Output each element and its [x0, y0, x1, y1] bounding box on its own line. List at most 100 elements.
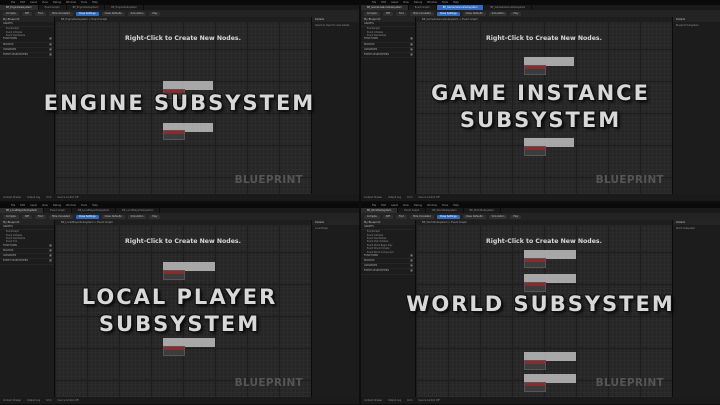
details-text: Local Player — [315, 227, 329, 230]
output-log-button[interactable]: Output Log — [388, 399, 401, 402]
hide-unrelated-button[interactable]: Hide Unrelated — [48, 214, 73, 219]
breadcrumb: BP_GameInstanceSubsystem > Event Graph — [416, 17, 672, 22]
overlay-title-engine-subsystem: ENGINE SUBSYSTEM — [0, 90, 359, 117]
cmd-input[interactable]: Cmd — [407, 196, 412, 199]
node-header — [525, 283, 545, 286]
play-button[interactable]: Play — [510, 11, 522, 16]
cmd-input[interactable]: Cmd — [407, 399, 412, 402]
plus-icon[interactable]: + — [49, 37, 52, 41]
blueprint-watermark: BLUEPRINT — [595, 377, 664, 389]
section-event-dispatchers[interactable]: EVENT DISPATCHERS + — [0, 52, 54, 59]
plus-icon[interactable]: + — [49, 47, 52, 51]
overlay-line: SUBSYSTEM — [98, 312, 261, 336]
section-label: EVENT DISPATCHERS — [364, 52, 389, 56]
source-control-status[interactable]: Source Control Off — [57, 196, 78, 199]
find-button[interactable]: Find — [34, 214, 46, 219]
play-button[interactable]: Play — [149, 11, 161, 16]
play-button[interactable]: Play — [510, 214, 522, 219]
node-header — [525, 361, 545, 364]
hide-unrelated-button[interactable]: Hide Unrelated — [409, 214, 434, 219]
class-settings-button[interactable]: Class Settings — [75, 11, 99, 16]
plus-icon[interactable]: + — [49, 243, 52, 247]
content-drawer-button[interactable]: Content Drawer — [3, 399, 21, 402]
find-button[interactable]: Find — [395, 11, 407, 16]
class-defaults-button[interactable]: Class Defaults — [462, 11, 486, 16]
plus-icon[interactable]: + — [410, 264, 413, 268]
event-node[interactable] — [524, 258, 546, 268]
source-control-status[interactable]: Source Control Off — [57, 399, 78, 402]
diff-button[interactable]: Diff — [21, 11, 32, 16]
node-header — [525, 147, 545, 150]
section-event-dispatchers[interactable]: EVENT DISPATCHERS + — [0, 259, 54, 265]
event-node[interactable] — [524, 382, 546, 392]
section-label: FUNCTIONS — [364, 37, 378, 41]
compile-button[interactable]: Compile — [364, 214, 380, 219]
event-node[interactable] — [163, 346, 185, 356]
plus-icon[interactable]: + — [49, 42, 52, 46]
compile-button[interactable]: Compile — [3, 214, 19, 219]
node-header — [525, 259, 545, 262]
overlay-line: ENGINE SUBSYSTEM — [43, 91, 316, 115]
content-drawer-button[interactable]: Content Drawer — [364, 399, 382, 402]
plus-icon[interactable]: + — [49, 254, 52, 258]
compile-button[interactable]: Compile — [364, 11, 380, 16]
class-defaults-button[interactable]: Class Defaults — [462, 214, 486, 219]
class-settings-button[interactable]: Class Settings — [436, 214, 460, 219]
plus-icon[interactable]: + — [410, 47, 413, 51]
output-log-button[interactable]: Output Log — [388, 196, 401, 199]
section-label: MACROS — [364, 259, 375, 263]
find-button[interactable]: Find — [34, 11, 46, 16]
section-event-dispatchers[interactable]: EVENT DISPATCHERS + — [361, 269, 415, 275]
source-control-status[interactable]: Source Control Off — [418, 399, 439, 402]
content-drawer-button[interactable]: Content Drawer — [3, 196, 21, 199]
hide-unrelated-button[interactable]: Hide Unrelated — [409, 11, 434, 16]
event-node[interactable] — [163, 270, 185, 280]
blueprint-watermark: BLUEPRINT — [234, 377, 303, 389]
plus-icon[interactable]: + — [49, 259, 52, 263]
plus-icon[interactable]: + — [410, 52, 413, 56]
content-drawer-button[interactable]: Content Drawer — [364, 196, 382, 199]
plus-icon[interactable]: + — [410, 269, 413, 273]
plus-icon[interactable]: + — [410, 37, 413, 41]
diff-button[interactable]: Diff — [21, 214, 32, 219]
simulation-button[interactable]: Simulation — [488, 214, 508, 219]
class-defaults-button[interactable]: Class Defaults — [101, 11, 125, 16]
event-node[interactable] — [163, 130, 185, 140]
cmd-input[interactable]: Cmd — [46, 399, 51, 402]
find-button[interactable]: Find — [395, 214, 407, 219]
plus-icon[interactable]: + — [410, 253, 413, 257]
overlay-title-local-player-subsystem: LOCAL PLAYER SUBSYSTEM — [0, 284, 359, 338]
plus-icon[interactable]: + — [49, 248, 52, 252]
simulation-button[interactable]: Simulation — [127, 11, 147, 16]
output-log-button[interactable]: Output Log — [27, 196, 40, 199]
hide-unrelated-button[interactable]: Hide Unrelated — [48, 11, 73, 16]
simulation-button[interactable]: Simulation — [488, 11, 508, 16]
diff-button[interactable]: Diff — [382, 11, 393, 16]
class-defaults-button[interactable]: Class Defaults — [101, 214, 125, 219]
event-node[interactable] — [524, 360, 546, 370]
event-node[interactable] — [524, 146, 546, 156]
toolbar: Compile Diff Find Hide Unrelated Class S… — [361, 10, 720, 17]
diff-button[interactable]: Diff — [382, 214, 393, 219]
plus-icon[interactable]: + — [410, 42, 413, 46]
section-label: MACROS — [3, 42, 14, 46]
section-label: EVENT DISPATCHERS — [3, 52, 28, 56]
class-settings-button[interactable]: Class Settings — [436, 11, 460, 16]
simulation-button[interactable]: Simulation — [127, 214, 147, 219]
overlay-line: LOCAL PLAYER — [81, 285, 278, 309]
plus-icon[interactable]: + — [49, 52, 52, 56]
source-control-status[interactable]: Source Control Off — [418, 196, 439, 199]
blueprint-watermark: BLUEPRINT — [595, 174, 664, 186]
class-settings-button[interactable]: Class Settings — [75, 214, 99, 219]
section-event-dispatchers[interactable]: EVENT DISPATCHERS + — [361, 52, 415, 59]
plus-icon[interactable]: + — [410, 259, 413, 263]
compile-button[interactable]: Compile — [3, 11, 19, 16]
output-log-button[interactable]: Output Log — [27, 399, 40, 402]
section-label: EVENT DISPATCHERS — [364, 269, 389, 273]
breadcrumb: BP_EngineSubsystem > Event Graph — [55, 17, 311, 22]
play-button[interactable]: Play — [149, 214, 161, 219]
section-label: FUNCTIONS — [3, 243, 17, 247]
cmd-input[interactable]: Cmd — [46, 196, 51, 199]
event-node[interactable] — [524, 65, 546, 75]
section-label: GRAPHS — [3, 22, 13, 25]
